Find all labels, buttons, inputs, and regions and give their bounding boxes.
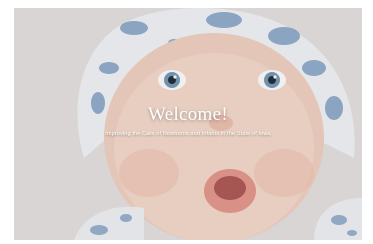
page: Welcome! Improving the Care of Newborns … (0, 0, 373, 244)
hero-headline: Welcome! (148, 104, 228, 125)
hero-banner: Welcome! Improving the Care of Newborns … (14, 8, 362, 240)
hero-tagline: Improving the Care of Newborns and Infan… (105, 131, 271, 137)
